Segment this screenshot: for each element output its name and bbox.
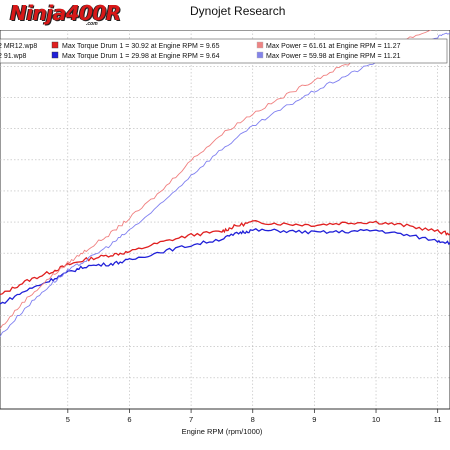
dyno-chart: 5 6 7 8 9 10 11 2 MR12.wp8 Max Torque Drum 1 = … bbox=[0, 30, 450, 436]
x-tick-label-4: 9 bbox=[312, 415, 316, 424]
legend-torque-0: Max Torque Drum 1 = 30.92 at Engine RPM … bbox=[62, 43, 220, 50]
x-tick-label-6: 11 bbox=[434, 415, 442, 424]
legend-torque-1: Max Torque Drum 1 = 29.98 at Engine RPM … bbox=[62, 53, 220, 60]
x-axis: 5 6 7 8 9 10 11 bbox=[0, 408, 450, 424]
chart-title: Dynojet Research bbox=[190, 4, 286, 18]
plot-frame bbox=[0, 30, 450, 410]
legend-swatch-torque-0 bbox=[51, 41, 59, 49]
x-tick-label-5: 10 bbox=[372, 415, 380, 424]
x-axis-label: Engine RPM (rpm/1000) bbox=[182, 427, 263, 436]
legend-swatch-power-1 bbox=[256, 51, 264, 59]
legend-file-1: 2 91.wp8 bbox=[0, 53, 27, 60]
legend-swatch-power-0 bbox=[256, 41, 264, 49]
x-tick-label-1: 6 bbox=[127, 415, 131, 424]
x-tick-label-0: 5 bbox=[66, 415, 70, 424]
legend-file-0: 2 MR12.wp8 bbox=[0, 43, 37, 50]
logo-domain: .com bbox=[86, 21, 98, 27]
legend-swatch-torque-1 bbox=[51, 51, 59, 59]
ninja400r-logo[interactable]: Ninja400R bbox=[10, 1, 121, 25]
x-tick-label-2: 7 bbox=[189, 415, 193, 424]
legend-power-0: Max Power = 61.61 at Engine RPM = 11.27 bbox=[266, 43, 401, 50]
header-bar: Ninja400R .com Dynojet Research bbox=[0, 0, 450, 30]
x-tick-label-3: 8 bbox=[251, 415, 255, 424]
plot-area bbox=[0, 30, 450, 410]
legend-power-1: Max Power = 59.98 at Engine RPM = 11.21 bbox=[266, 53, 401, 60]
legend: 2 MR12.wp8 Max Torque Drum 1 = 30.92 at E… bbox=[0, 38, 448, 64]
